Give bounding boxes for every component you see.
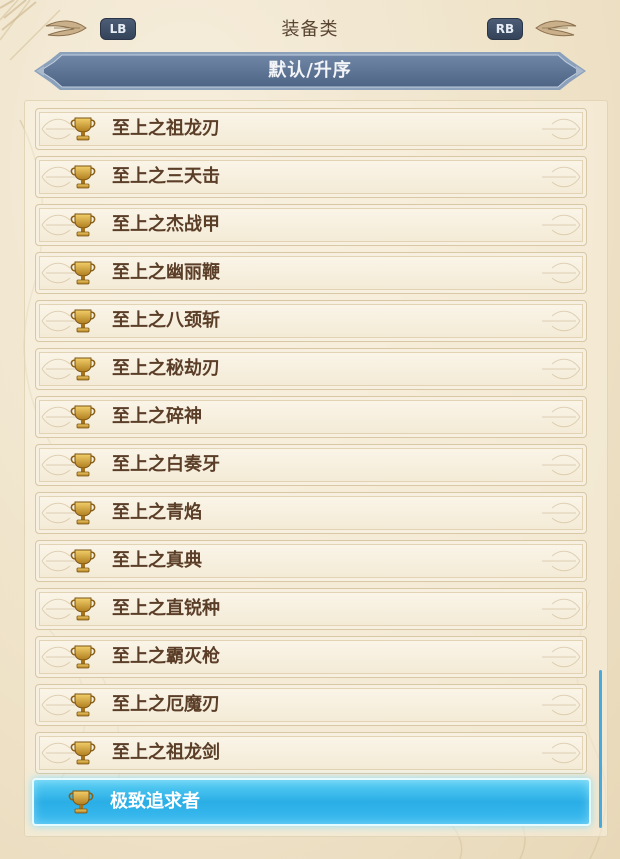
list-item-label: 至上之白奏牙 xyxy=(112,454,220,475)
row-ornament-right-icon xyxy=(536,498,582,528)
row-ornament-right-icon xyxy=(536,354,582,384)
trophy-icon xyxy=(69,500,97,526)
trophy-icon xyxy=(69,644,97,670)
list-item-label: 至上之祖龙剑 xyxy=(112,742,220,763)
trophy-icon xyxy=(69,740,97,766)
header-bar: LB 装备类 RB xyxy=(0,0,620,58)
list-item[interactable]: 至上之秘劫刃 xyxy=(35,348,587,390)
row-ornament-right-icon xyxy=(536,258,582,288)
sort-order-label: 默认/升序 xyxy=(268,60,352,81)
list-item-label: 至上之杰战甲 xyxy=(112,214,220,235)
trophy-icon xyxy=(69,356,97,382)
list-item-label: 至上之幽丽鞭 xyxy=(112,262,220,283)
row-ornament-right-icon xyxy=(536,450,582,480)
row-ornament-right-icon xyxy=(536,210,582,240)
list-item[interactable]: 至上之祖龙刃 xyxy=(35,108,587,150)
list-item[interactable]: 至上之直锐种 xyxy=(35,588,587,630)
row-ornament-right-icon xyxy=(536,738,582,768)
list-item[interactable]: 至上之真典 xyxy=(35,540,587,582)
list-item-label: 至上之碎神 xyxy=(112,406,202,427)
row-ornament-right-icon xyxy=(536,114,582,144)
list-item[interactable]: 至上之白奏牙 xyxy=(35,444,587,486)
trophy-icon xyxy=(67,789,95,815)
trophy-icon xyxy=(69,692,97,718)
trophy-icon xyxy=(69,548,97,574)
rb-button[interactable]: RB xyxy=(487,18,523,40)
row-ornament-right-icon xyxy=(536,306,582,336)
list-item[interactable]: 至上之八颈斩 xyxy=(35,300,587,342)
list-item-label: 极致追求者 xyxy=(110,791,200,812)
row-ornament-right-icon xyxy=(536,594,582,624)
sort-order-banner[interactable]: 默认/升序 xyxy=(34,52,586,90)
list-item[interactable]: 至上之厄魔刃 xyxy=(35,684,587,726)
trophy-icon xyxy=(69,452,97,478)
list-item[interactable]: 至上之三天击 xyxy=(35,156,587,198)
list-item-label: 至上之厄魔刃 xyxy=(112,694,220,715)
list-item-label: 至上之秘劫刃 xyxy=(112,358,220,379)
row-ornament-right-icon xyxy=(536,642,582,672)
list-item[interactable]: 至上之祖龙剑 xyxy=(35,732,587,774)
trophy-icon xyxy=(69,212,97,238)
list-item[interactable]: 至上之青焰 xyxy=(35,492,587,534)
list-item[interactable]: 至上之幽丽鞭 xyxy=(35,252,587,294)
trophy-icon xyxy=(69,308,97,334)
list-item-label: 至上之八颈斩 xyxy=(112,310,220,331)
list-item[interactable]: 至上之霸灭枪 xyxy=(35,636,587,678)
trophy-icon xyxy=(69,404,97,430)
list-item[interactable]: 至上之杰战甲 xyxy=(35,204,587,246)
trophy-icon xyxy=(69,596,97,622)
trophy-icon xyxy=(69,164,97,190)
list-item-label: 至上之祖龙刃 xyxy=(112,118,220,139)
page-title: 装备类 xyxy=(281,19,339,40)
trophy-icon xyxy=(69,116,97,142)
scrollbar-thumb[interactable] xyxy=(599,670,602,828)
trophy-icon xyxy=(69,260,97,286)
wing-ornament-right-icon xyxy=(535,20,577,37)
row-ornament-right-icon xyxy=(536,402,582,432)
row-ornament-right-icon xyxy=(536,162,582,192)
list-item[interactable]: 至上之碎神 xyxy=(35,396,587,438)
list-item-selected[interactable]: 极致追求者 xyxy=(32,778,591,826)
list-item-label: 至上之直锐种 xyxy=(112,598,220,619)
row-ornament-right-icon xyxy=(536,546,582,576)
list-item-label: 至上之真典 xyxy=(112,550,202,571)
list-item-label: 至上之霸灭枪 xyxy=(112,646,220,667)
row-ornament-right-icon xyxy=(536,690,582,720)
list-item-label: 至上之三天击 xyxy=(112,166,220,187)
list-item-label: 至上之青焰 xyxy=(112,502,202,523)
